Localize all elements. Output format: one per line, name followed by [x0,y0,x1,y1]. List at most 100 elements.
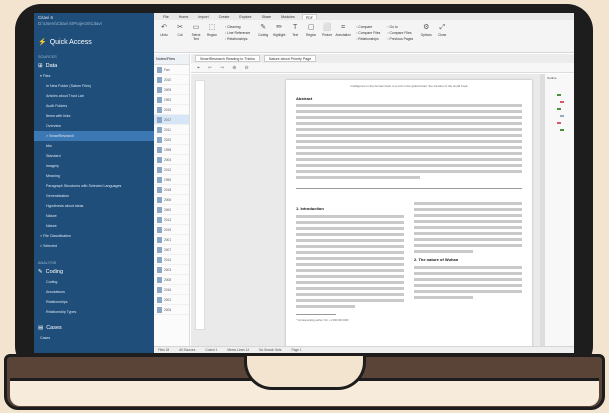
sidebar-item[interactable]: > File Classification [34,231,154,241]
reference-row[interactable]: 2003 [154,265,189,275]
reference-row[interactable]: 2012 [154,165,189,175]
ribbon-group-item[interactable]: ▫ Line Reference [225,31,250,35]
outline-mark[interactable] [560,115,564,117]
sidebar-item[interactable]: Items with links [34,111,154,121]
ribbon-group-item[interactable]: ▫ Compare [356,25,380,29]
ribbon-group-item[interactable]: ▫ Relationships [356,37,380,41]
cases-subitem[interactable]: Cases [34,333,154,343]
sidebar-item[interactable]: > Selected [34,241,154,251]
ribbon-tool-button[interactable]: ⬚ Region [206,23,218,41]
coding-item[interactable]: Relationship Types [34,307,154,317]
reference-row[interactable]: 2017 [154,115,189,125]
outline-mark[interactable] [557,94,561,96]
sidebar-item[interactable]: Standard [34,151,154,161]
reference-row[interactable]: 2004 [154,155,189,165]
reference-row[interactable]: 2013 [154,215,189,225]
reference-row[interactable]: 2020 [154,135,189,145]
text-line [414,272,522,275]
reference-row[interactable]: 2006 [154,195,189,205]
reference-row[interactable]: 2010 [154,75,189,85]
ribbon-tool-button[interactable]: T Text [289,23,301,37]
reference-row[interactable]: 2002 [154,295,189,305]
ribbon-tab[interactable]: Import [195,14,211,19]
sidebar-item[interactable]: Audit Folders [34,101,154,111]
sidebar-item[interactable]: Articles about Trust Lab [34,91,154,101]
ribbon-tab[interactable]: Share [259,14,275,19]
text-line [296,251,404,254]
toolbar-icon[interactable]: ⊕ [232,65,236,71]
sidebar-item[interactable]: In New Folder (Saturn Files) [34,81,154,91]
sidebar-item[interactable]: Generalization [34,191,154,201]
ribbon-tool-button[interactable]: ▭ Select Text [190,23,202,41]
pdf-file-icon [157,106,162,113]
reference-row[interactable]: 2011 [154,125,189,135]
sidebar-item[interactable]: Overview [34,121,154,131]
reference-row[interactable]: 2005 [154,305,189,315]
sidebar-item[interactable]: > SmartResearch [34,131,154,141]
text-line [414,290,522,293]
ribbon-tab[interactable]: Home [176,14,192,19]
ribbon-tool-button[interactable]: ⚙ Options [420,23,432,37]
reference-row[interactable]: 2007 [154,245,189,255]
ribbon-tab[interactable]: PDF [301,14,317,20]
document-tab[interactable]: SmartResearch Reading to Thinks [195,55,260,62]
reference-row[interactable]: 2000 [154,205,189,215]
coding-group[interactable]: ✎ Coding [34,267,154,277]
outline-mark[interactable] [557,122,561,124]
ribbon-tool-button[interactable]: ✏ Highlight [273,23,285,37]
reference-row[interactable]: Fan [154,65,189,75]
ribbon-tool-button[interactable]: ⬜ Picture [321,23,333,37]
reference-row[interactable]: 1998 [154,145,189,155]
ribbon-tab[interactable]: Modules [278,14,298,19]
ribbon-tool-button[interactable]: ↶ Undo [158,23,170,41]
coding-item[interactable]: Relationships [34,297,154,307]
reference-row[interactable]: 2009 [154,85,189,95]
toolbar-icon[interactable]: ⇒ [220,65,224,71]
ribbon-tool-button[interactable]: ▢ Region [305,23,317,37]
sidebar-item[interactable]: Paragraph Structures with Selected Langu… [34,181,154,191]
reference-row[interactable]: 1993 [154,95,189,105]
text-line [414,250,474,253]
ribbon-group-item[interactable]: ▫ Relationships [225,37,250,41]
toolbar-icon[interactable]: ⇐ [208,65,212,71]
document-tab[interactable]: Nature about Priority Page [263,55,317,62]
text-line [296,287,404,290]
ribbon-tab[interactable]: Explore [236,14,254,19]
ribbon-tool-button[interactable]: ⌗ Annotation [336,23,351,37]
files-folder[interactable]: ▾ Files [34,71,154,81]
data-group[interactable]: ⊞ Data [34,61,154,71]
ribbon-group-item[interactable]: ▫ Previous Pages [387,37,413,41]
ribbon-group-item[interactable]: ▫ Cleaning [225,25,250,29]
coding-item[interactable]: Annotations [34,287,154,297]
ribbon-group-item[interactable]: ▫ Compare Files [356,31,380,35]
reference-row[interactable]: 2008 [154,275,189,285]
sidebar-item[interactable]: Hypothesis about ideas [34,201,154,211]
coding-item[interactable]: Coding [34,277,154,287]
ribbon-tool-button[interactable]: ✂ Cut [174,23,186,41]
reference-row[interactable]: 2018 [154,185,189,195]
ribbon-tool-button[interactable]: ⤢ Close [436,23,448,37]
outline-mark[interactable] [560,129,564,131]
ribbon-group-item[interactable]: ▫ Go to [387,25,413,29]
reference-row[interactable]: 2001 [154,235,189,245]
toolbar-icon[interactable]: ⊖ [244,65,248,71]
cases-group[interactable]: ▤ Cases [34,323,154,333]
ribbon-group-item[interactable]: ▫ Compare Files [387,31,413,35]
reference-row[interactable]: 2014 [154,255,189,265]
ribbon-tool-button[interactable]: ✎ Coding [257,23,269,37]
ribbon-tab[interactable]: File [160,14,172,19]
outline-mark[interactable] [557,108,561,110]
sidebar-item[interactable]: Nature [34,221,154,231]
sidebar-item[interactable]: Meaning [34,171,154,181]
reference-row[interactable]: 2015 [154,105,189,115]
sidebar-item[interactable]: Nature [34,211,154,221]
ribbon-tab[interactable]: Create [216,14,233,19]
sidebar-item[interactable]: Imagery [34,161,154,171]
reference-row[interactable]: 1996 [154,175,189,185]
reference-row[interactable]: 2016 [154,285,189,295]
quick-access[interactable]: ⚡ Quick Access [34,35,154,49]
toolbar-icon[interactable]: ⌖ [197,65,200,71]
sidebar-item[interactable]: bbs [34,141,154,151]
reference-row[interactable]: 2019 [154,225,189,235]
outline-mark[interactable] [560,101,564,103]
